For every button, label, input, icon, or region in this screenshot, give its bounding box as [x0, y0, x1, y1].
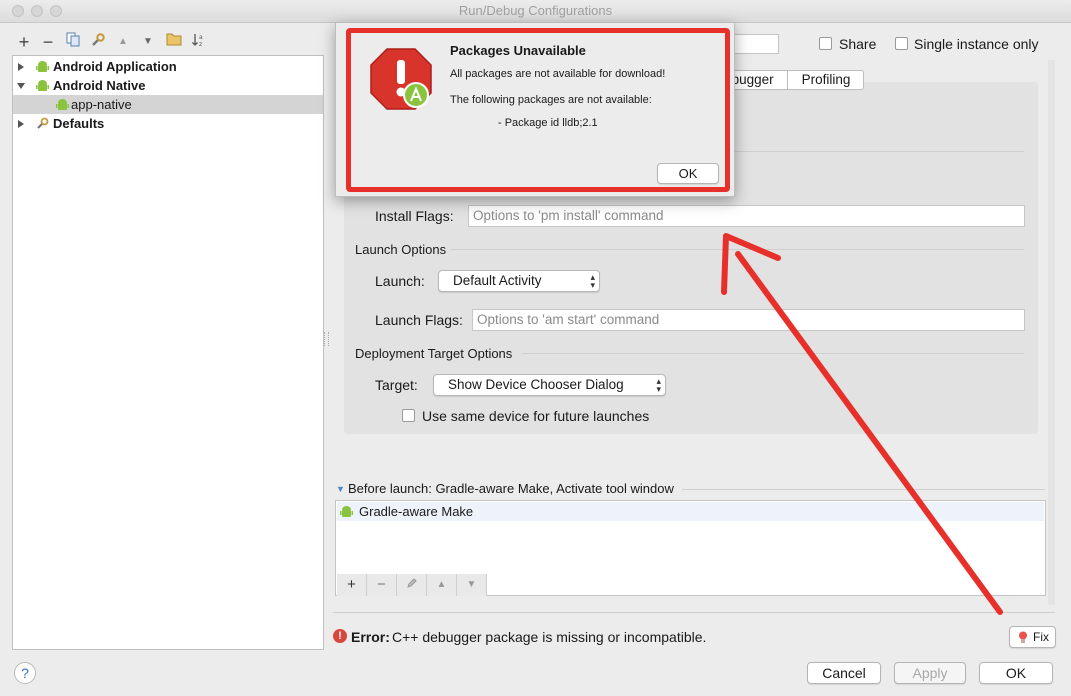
help-button[interactable]: ?	[14, 662, 36, 684]
remove-configuration-button[interactable]: −	[38, 32, 58, 52]
tree-item-label: Defaults	[53, 116, 105, 131]
sort-az-icon[interactable]: az	[189, 32, 209, 52]
collapse-triangle-icon[interactable]: ▼	[336, 484, 345, 494]
move-task-down-button[interactable]: ▼	[457, 574, 487, 596]
remove-task-button[interactable]: −	[367, 574, 397, 596]
svg-text:z: z	[199, 41, 202, 48]
tree-item-app-native[interactable]: app-native	[13, 95, 323, 114]
expand-arrow-icon[interactable]	[18, 120, 24, 128]
android-icon	[36, 61, 49, 72]
tree-item-label: app-native	[71, 97, 132, 112]
install-flags-label: Install Flags:	[375, 208, 454, 224]
tree-item-android-native[interactable]: Android Native	[13, 76, 323, 95]
window-titlebar: Run/Debug Configurations	[0, 0, 1071, 23]
minimize-window-button[interactable]	[31, 5, 43, 17]
tab-profiling[interactable]: Profiling	[788, 71, 864, 89]
wrench-icon[interactable]	[88, 32, 108, 52]
window-title: Run/Debug Configurations	[458, 3, 613, 18]
zoom-window-button[interactable]	[50, 5, 62, 17]
updown-arrow-icon: ▴ ▾	[656, 376, 661, 394]
annotation-arrow	[721, 233, 1003, 615]
single-instance-checkbox[interactable]	[895, 37, 908, 50]
add-configuration-button[interactable]: +	[14, 32, 34, 52]
tree-item-label: Android Native	[53, 78, 146, 93]
error-message: C++ debugger package is missing or incom…	[392, 629, 707, 645]
scrollbar[interactable]	[1048, 60, 1055, 605]
updown-arrow-icon: ▴ ▾	[590, 272, 595, 290]
expand-arrow-icon[interactable]	[18, 63, 24, 71]
move-up-button[interactable]: ▲	[113, 32, 133, 52]
name-field[interactable]	[730, 34, 779, 54]
lightbulb-icon	[1019, 631, 1027, 643]
tree-item-label: Android Application	[53, 59, 177, 74]
svg-text:a: a	[199, 34, 203, 41]
wrench-icon	[37, 117, 49, 129]
collapse-arrow-icon[interactable]	[17, 83, 25, 89]
configuration-tree[interactable]: Android Application Android Native app-n…	[12, 55, 324, 650]
tree-item-defaults[interactable]: Defaults	[13, 114, 323, 133]
move-task-up-button[interactable]: ▲	[427, 574, 457, 596]
add-task-button[interactable]: +	[337, 574, 367, 596]
same-device-checkbox[interactable]	[402, 409, 415, 422]
error-icon: !	[333, 629, 347, 643]
same-device-label: Use same device for future launches	[422, 408, 650, 424]
android-icon	[36, 80, 49, 91]
folder-icon[interactable]	[164, 32, 184, 52]
close-window-button[interactable]	[12, 5, 24, 17]
target-label: Target:	[375, 377, 418, 393]
launch-label: Launch:	[375, 273, 425, 289]
android-icon	[340, 506, 353, 517]
apply-button[interactable]: Apply	[894, 662, 966, 684]
launch-select[interactable]: Default Activity ▴ ▾	[438, 270, 600, 292]
annotation-highlight-box	[346, 28, 730, 192]
single-instance-label: Single instance only	[914, 36, 1039, 52]
target-select[interactable]: Show Device Chooser Dialog ▴ ▾	[433, 374, 666, 396]
splitter-handle[interactable]	[324, 332, 329, 346]
copy-icon[interactable]	[63, 32, 83, 52]
deployment-target-title: Deployment Target Options	[355, 346, 513, 361]
before-launch-title: Before launch: Gradle-aware Make, Activa…	[348, 481, 674, 496]
tree-item-android-application[interactable]: Android Application	[13, 57, 323, 76]
pencil-icon[interactable]	[397, 574, 427, 596]
cancel-button[interactable]: Cancel	[807, 662, 881, 684]
launch-options-title: Launch Options	[355, 242, 447, 257]
android-icon	[56, 99, 69, 110]
share-label: Share	[839, 36, 877, 52]
share-checkbox[interactable]	[819, 37, 832, 50]
move-down-button[interactable]: ▼	[138, 32, 158, 52]
launch-flags-label: Launch Flags:	[375, 312, 463, 328]
error-prefix: Error:	[351, 629, 390, 645]
ok-button[interactable]: OK	[979, 662, 1053, 684]
